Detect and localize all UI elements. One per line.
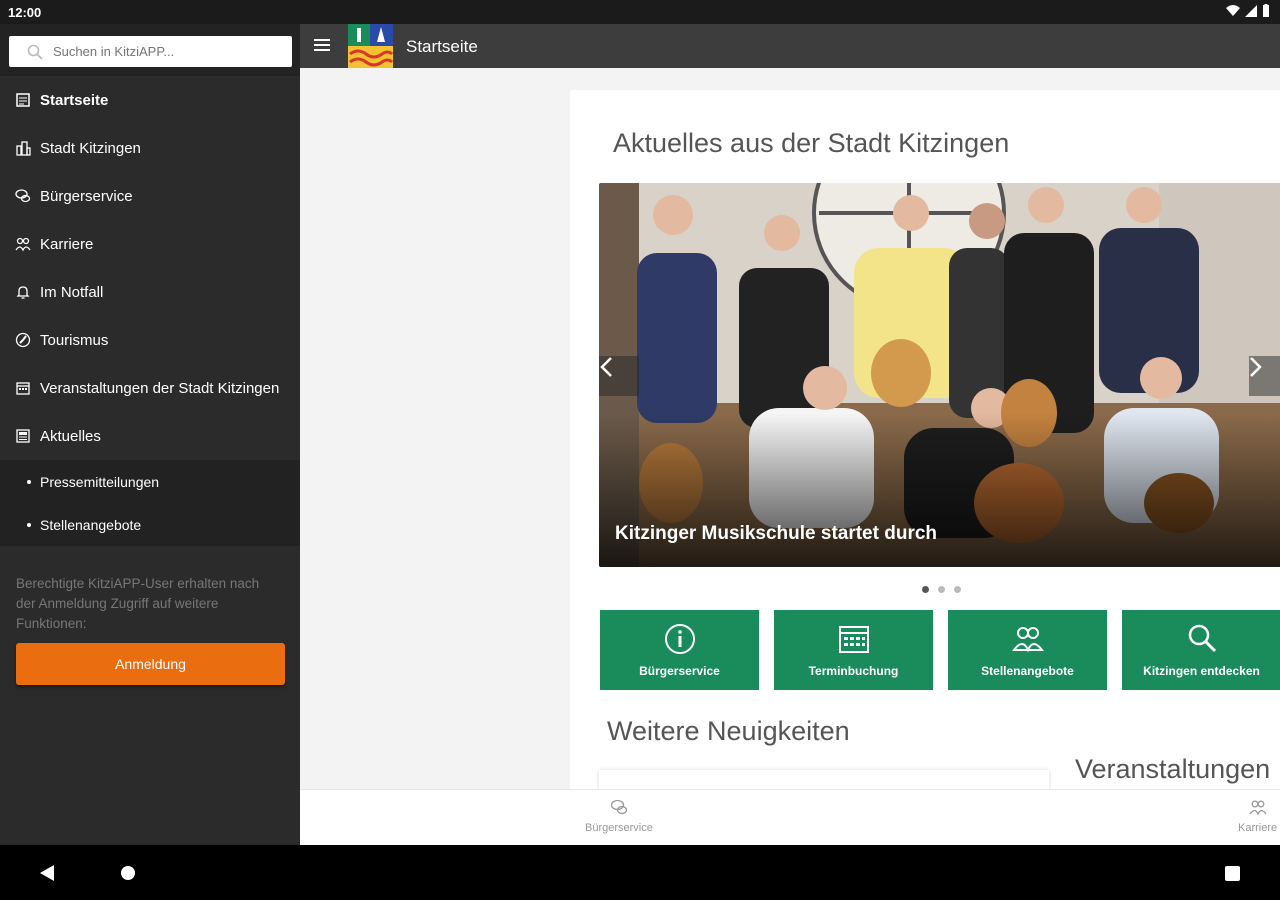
chevron-right-icon [1250, 357, 1262, 377]
drawer-subnav: Pressemitteilungen Stellenangebote [0, 460, 300, 546]
drawer-subitem-stellenangebote[interactable]: Stellenangebote [0, 503, 300, 546]
slide-dot[interactable] [938, 586, 945, 593]
compass-icon [14, 331, 32, 349]
news-slider[interactable]: Kitzinger Musikschule startet durch [599, 183, 1280, 567]
recents-icon[interactable] [1225, 866, 1240, 881]
bullet-icon [27, 479, 31, 484]
bottom-navigation: Bürgerservice Karriere [300, 789, 1280, 845]
battery-icon [1262, 4, 1270, 18]
tile-label: Bürgerservice [639, 664, 720, 678]
chevron-left-icon [600, 357, 612, 377]
navigation-drawer: Startseite Stadt Kitzingen Bürgerservice… [0, 24, 300, 845]
bottom-nav-buergerservice[interactable]: Bürgerservice [585, 798, 653, 834]
drawer-item-stadt-kitzingen[interactable]: Stadt Kitzingen [0, 124, 300, 172]
drawer-item-karriere[interactable]: Karriere [0, 220, 300, 268]
search-icon [27, 44, 43, 60]
drawer-item-label: Stadt Kitzingen [40, 139, 141, 157]
news-list-item[interactable] [599, 770, 1049, 789]
drawer-item-label: Startseite [40, 91, 109, 109]
calendar-icon [838, 626, 869, 653]
drawer-item-label: Im Notfall [40, 283, 104, 301]
system-navigation-bar [0, 845, 1280, 900]
main-content[interactable]: Aktuelles aus der Stadt Kitzingen Kitzin… [300, 68, 1280, 789]
drawer-subitem-pressemitteilungen[interactable]: Pressemitteilungen [0, 460, 300, 503]
bell-icon [14, 283, 32, 301]
drawer-item-label: Tourismus [40, 331, 109, 349]
slide-dot[interactable] [922, 586, 929, 593]
bottom-nav-label: Bürgerservice [585, 822, 653, 834]
news-icon [14, 427, 32, 445]
search-icon [1188, 624, 1216, 653]
page-title: Startseite [406, 37, 478, 56]
slide-photo [599, 183, 1280, 567]
news-heading: Aktuelles aus der Stadt Kitzingen [613, 128, 1010, 158]
drawer-item-aktuelles[interactable]: Aktuelles [0, 412, 300, 460]
home-button-icon[interactable] [121, 866, 135, 880]
search-input[interactable] [53, 44, 273, 59]
tile-kitzingen-entdecken[interactable]: Kitzingen entdecken [1122, 610, 1280, 690]
login-note: Berechtigte KitziAPP-User erhalten nach … [16, 576, 260, 631]
slide-caption[interactable]: Kitzinger Musikschule startet durch [615, 523, 937, 545]
people-icon [14, 235, 32, 253]
menu-icon[interactable] [314, 38, 330, 52]
status-icons [1226, 4, 1270, 18]
drawer-item-label: Veranstaltungen der Stadt Kitzingen [40, 379, 280, 397]
drawer-subitem-label: Pressemitteilungen [40, 473, 160, 490]
drawer-item-buergerservice[interactable]: Bürgerservice [0, 172, 300, 220]
drawer-item-label: Karriere [40, 235, 94, 253]
login-button[interactable]: Anmeldung [16, 643, 285, 685]
tile-label: Terminbuchung [808, 664, 899, 678]
people-icon [1249, 800, 1267, 816]
slider-next-button[interactable] [1249, 356, 1280, 396]
slide-dot[interactable] [954, 586, 961, 593]
calendar-icon [14, 379, 32, 397]
info-icon [664, 624, 695, 654]
drawer-item-im-notfall[interactable]: Im Notfall [0, 268, 300, 316]
slider-indicator [922, 586, 961, 593]
city-icon [14, 139, 32, 157]
tile-label: Stellenangebote [981, 664, 1074, 678]
drawer-search-area [0, 24, 300, 76]
tile-stellenangebote[interactable]: Stellenangebote [948, 610, 1107, 690]
drawer-item-tourismus[interactable]: Tourismus [0, 316, 300, 364]
home-card: Aktuelles aus der Stadt Kitzingen Kitzin… [570, 90, 1280, 789]
drawer-subitem-label: Stellenangebote [40, 516, 142, 533]
chat-icon [610, 799, 628, 815]
status-bar: 12:00 [0, 0, 1280, 24]
status-time: 12:00 [8, 5, 42, 20]
wifi-icon [1226, 4, 1240, 18]
tile-label: Kitzingen entdecken [1143, 664, 1260, 678]
drawer-item-veranstaltungen[interactable]: Veranstaltungen der Stadt Kitzingen [0, 364, 300, 412]
signal-icon [1244, 4, 1258, 18]
bottom-nav-karriere[interactable]: Karriere [1238, 798, 1277, 834]
drawer-item-startseite[interactable]: Startseite [0, 76, 300, 124]
tile-terminbuchung[interactable]: Terminbuchung [774, 610, 933, 690]
drawer-item-label: Aktuelles [40, 427, 101, 445]
app-bar: Startseite [300, 24, 1280, 68]
people-icon [1011, 627, 1044, 653]
chat-icon [14, 187, 32, 205]
back-icon[interactable] [40, 865, 54, 881]
bottom-nav-label: Karriere [1238, 822, 1278, 834]
home-icon [14, 91, 32, 109]
bullet-icon [27, 522, 31, 527]
drawer-item-label: Bürgerservice [40, 187, 133, 205]
more-news-heading: Weitere Neuigkeiten [607, 716, 850, 746]
events-heading: Veranstaltungen [1075, 754, 1271, 784]
tile-buergerservice[interactable]: Bürgerservice [600, 610, 759, 690]
quick-links: Bürgerservice Terminbuchung Stellenangeb… [600, 610, 1280, 690]
slider-prev-button[interactable] [599, 356, 639, 396]
city-logo-icon [348, 24, 393, 68]
search-box[interactable] [9, 36, 292, 67]
drawer-nav: Startseite Stadt Kitzingen Bürgerservice… [0, 76, 300, 546]
